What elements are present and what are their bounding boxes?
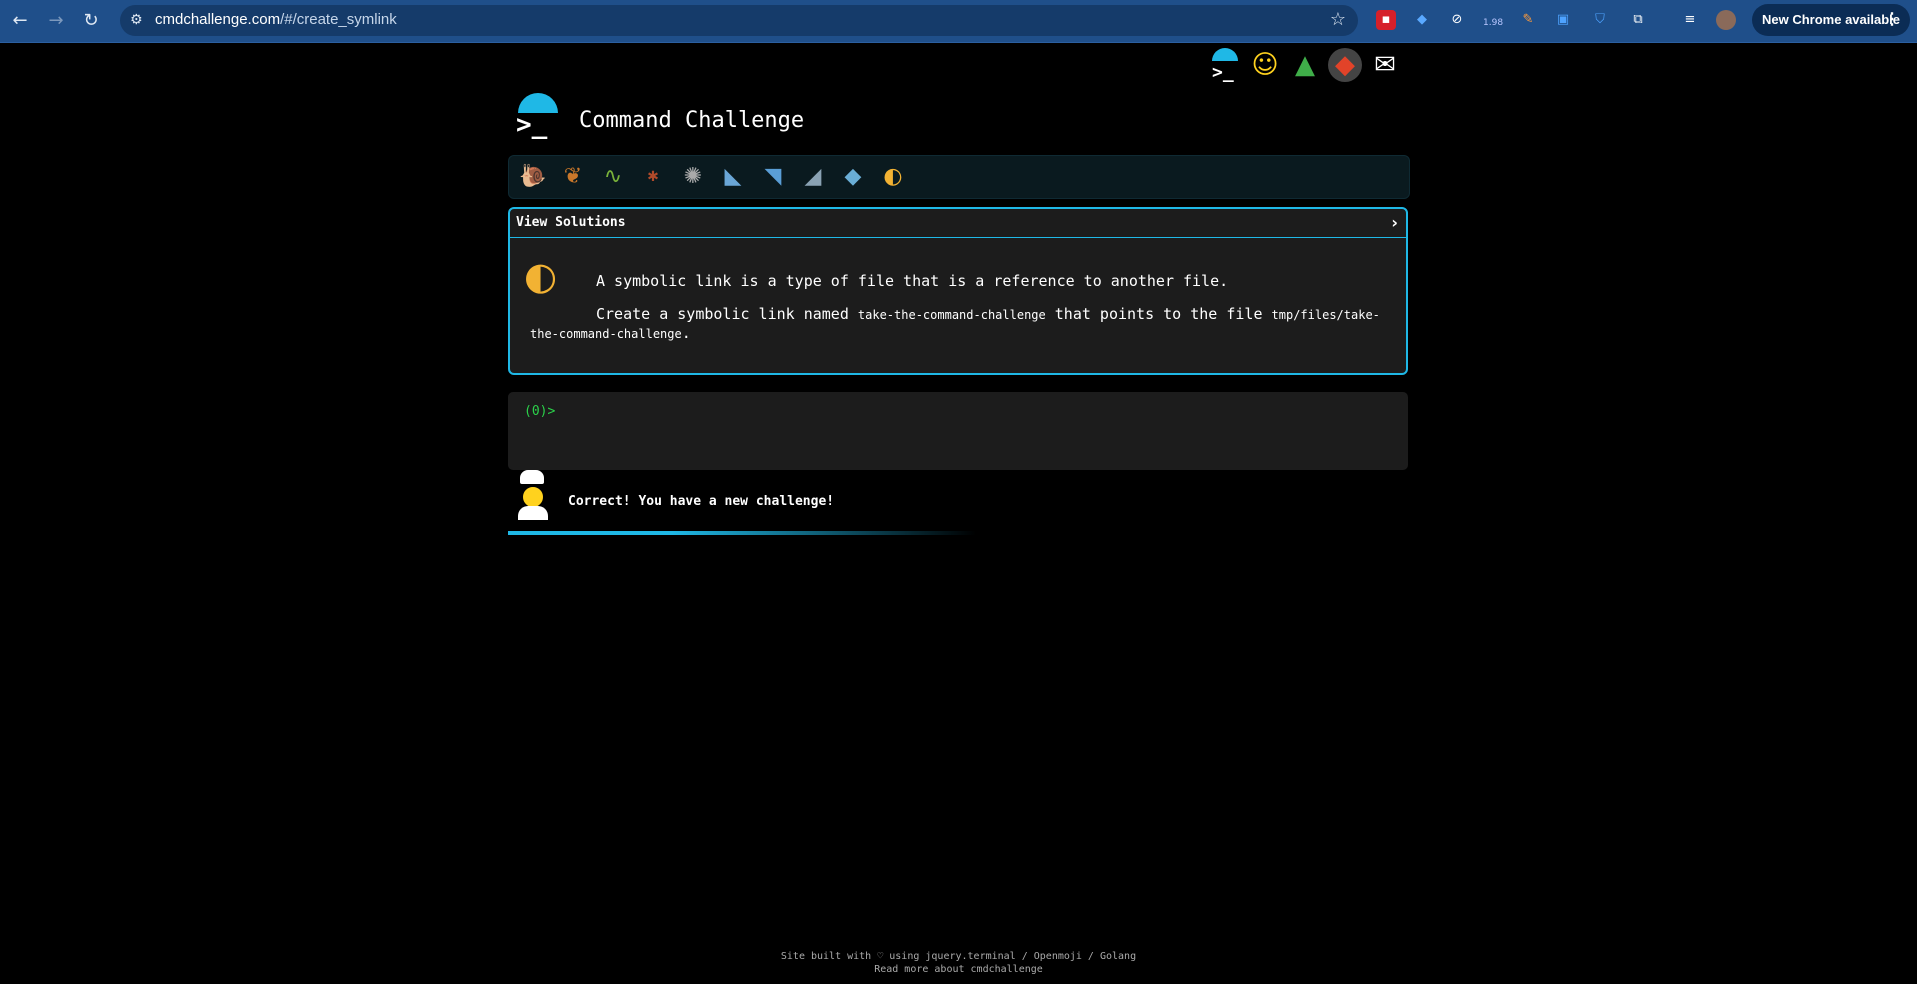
level-fish-icon[interactable]: ◥ (757, 162, 789, 192)
site-info-icon[interactable]: ⚙ (130, 12, 143, 28)
progress-bar (508, 531, 1408, 535)
challenge-panel: View Solutions › ◐ A symbolic link is a … (508, 207, 1408, 375)
tree-icon[interactable]: ▲ (1288, 48, 1322, 82)
footer-credits: Site built with ♡ using jquery.terminal … (780, 951, 1137, 962)
view-solutions-label: View Solutions (516, 215, 626, 230)
status-message: Correct! You have a new challenge! (568, 494, 835, 509)
terminal-prompt: (0)> (524, 404, 556, 419)
challenge-description: A symbolic link is a type of file that i… (596, 272, 1229, 290)
level-selector: 🐌 ❦ ∿ ✱ ✺ ◣ ◥ ◢ ◆ ◐ (508, 155, 1410, 199)
mail-icon[interactable]: ✉ (1368, 48, 1402, 82)
extension-shield-icon[interactable]: ⛉ (1590, 10, 1610, 30)
extension-blue-icon[interactable]: ▣ (1553, 10, 1573, 30)
extension-red-icon[interactable]: ▪ (1376, 10, 1396, 30)
extension-diamond-icon[interactable]: ◆ (1412, 10, 1432, 30)
browser-toolbar: ← → ↻ ⚙ cmdchallenge.com/#/create_symlin… (0, 0, 1917, 43)
extension-pencil-icon[interactable]: ✎ (1518, 10, 1538, 30)
link-name: take-the-command-challenge (857, 308, 1046, 322)
reading-list-icon[interactable]: ≡ (1680, 10, 1700, 30)
progress-fill (508, 531, 976, 535)
level-caterpillar-icon[interactable]: ∿ (597, 162, 629, 192)
status-area: Correct! You have a new challenge! (508, 470, 1408, 524)
chrome-update-button[interactable]: New Chrome available ⋮ (1752, 4, 1910, 36)
extension-badge-icon[interactable]: 1.98 (1483, 10, 1503, 30)
terminal-icon[interactable]: >_ (1208, 48, 1242, 83)
view-solutions-toggle[interactable]: View Solutions › (510, 209, 1406, 238)
level-fish-blue-icon[interactable]: ◆ (837, 162, 869, 192)
level-snail-icon[interactable]: 🐌 (517, 162, 549, 192)
page-title: Command Challenge (579, 108, 805, 133)
level-butterfly-icon[interactable]: ❦ (557, 162, 589, 192)
address-bar[interactable]: ⚙ cmdchallenge.com/#/create_symlink ☆ (120, 5, 1358, 36)
level-tropical-fish-icon[interactable]: ◐ (877, 162, 909, 192)
terminal-input[interactable]: (0)> (508, 392, 1408, 470)
footer: Site built with ♡ using jquery.terminal … (0, 950, 1917, 976)
level-ant-icon[interactable]: ✱ (637, 162, 669, 192)
site-logo[interactable]: >_ (514, 93, 562, 141)
profile-avatar-icon[interactable] (1716, 10, 1736, 30)
bookmark-star-icon[interactable]: ☆ (1330, 9, 1346, 30)
tropical-fish-icon: ◐ (524, 254, 558, 298)
level-dolphin-icon[interactable]: ◢ (797, 162, 829, 192)
logo-prompt-icon: >_ (516, 110, 548, 140)
back-icon[interactable]: ← (8, 9, 32, 33)
url-text[interactable]: cmdchallenge.com/#/create_symlink (155, 11, 397, 28)
forward-icon[interactable]: → (44, 9, 68, 33)
shushing-face-icon[interactable]: ☺ (1248, 48, 1282, 82)
extension-compass-icon[interactable]: ⊘ (1447, 10, 1467, 30)
footer-read-more-link[interactable]: Read more about cmdchallenge (874, 964, 1043, 975)
reload-icon[interactable]: ↻ (79, 9, 103, 33)
gitlab-icon[interactable]: ◆ (1328, 48, 1362, 82)
chrome-menu-icon: ⋮ (1884, 11, 1900, 28)
challenge-task: Create a symbolic link named take-the-co… (530, 305, 1380, 342)
level-whale-icon[interactable]: ◣ (717, 162, 749, 192)
extensions-puzzle-icon[interactable]: ⧉ (1628, 10, 1648, 30)
level-web-icon[interactable]: ✺ (677, 162, 709, 192)
chevron-right-icon: › (1391, 213, 1398, 232)
